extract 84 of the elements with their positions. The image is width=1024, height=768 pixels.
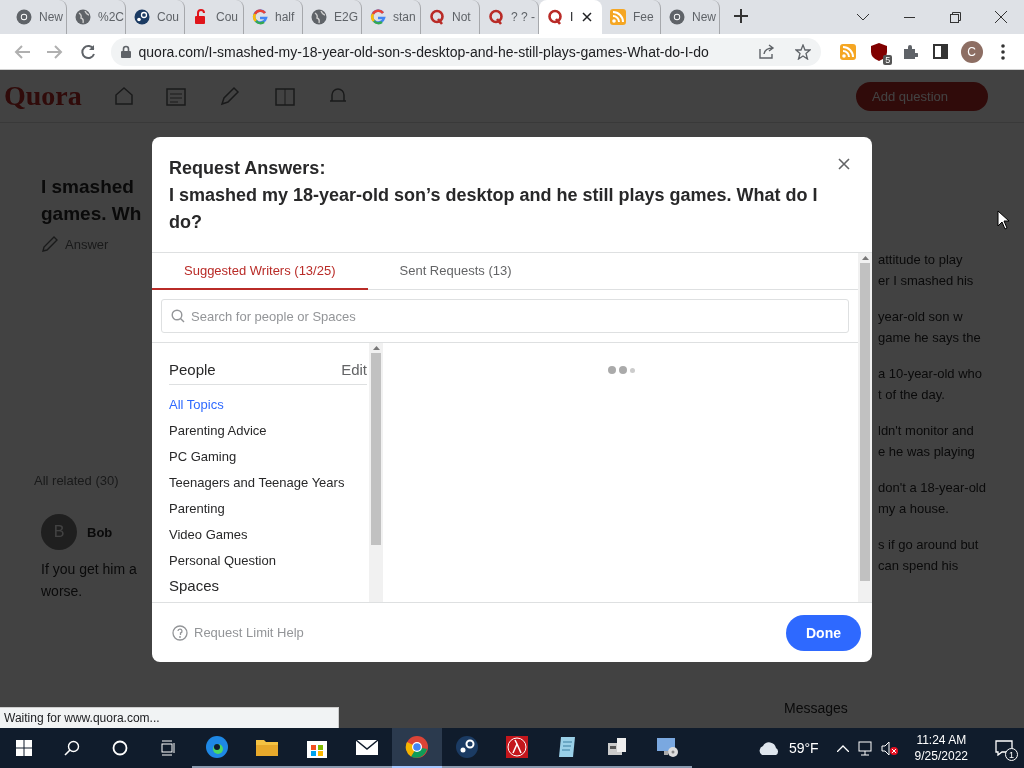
share-icon[interactable] [758, 44, 775, 59]
question-title: I smashed [41, 175, 134, 199]
lock-icon [120, 45, 131, 58]
question-text: I smashed my 18-year-old son’s desktop and he still plays games. What do I do? [169, 184, 819, 234]
extension-badge: 5 [883, 54, 893, 65]
notification-icon[interactable] [995, 740, 1013, 756]
dialog-tab[interactable]: Sent Requests (13) [367, 253, 544, 290]
scrollbar[interactable] [369, 343, 383, 602]
address-bar[interactable]: quora.com/I-smashed-my-18-year-old-son-s-desktop-and-he-still-plays-games-What-do-I-do [110, 37, 821, 66]
google-icon [252, 9, 268, 25]
answer-snippet: t of the day. [878, 386, 945, 404]
circle-icon[interactable] [112, 740, 128, 756]
rss-icon [840, 43, 856, 60]
done-button[interactable]: Done [786, 614, 861, 651]
chevron-up-icon[interactable] [836, 744, 849, 752]
plus-icon[interactable] [734, 9, 748, 23]
scroll-up-icon[interactable] [861, 256, 869, 260]
globe-icon [311, 9, 327, 25]
quora-icon [429, 9, 445, 25]
clock-date[interactable]: 9/25/2022 [914, 748, 968, 764]
topic-item[interactable]: Video Games [169, 521, 248, 547]
messages-label: Messages [784, 700, 848, 716]
search-icon [171, 309, 185, 323]
minimize-icon[interactable] [903, 16, 915, 18]
quora-icon [547, 9, 563, 25]
topic-item[interactable]: All Topics [169, 391, 224, 417]
quora-icon [488, 9, 504, 25]
task-view-icon[interactable] [160, 740, 176, 756]
topic-item[interactable]: Parenting [169, 495, 225, 521]
topic-item[interactable]: PC Gaming [169, 443, 237, 469]
answer-text: If you get him a [41, 560, 137, 579]
loading-icon [607, 365, 635, 375]
scrollbar[interactable] [858, 253, 872, 602]
answer-snippet: don't a 18-year-old [878, 479, 986, 497]
status-bar: Waiting for www.quora.com... [0, 707, 339, 728]
restore-icon[interactable] [949, 11, 961, 23]
dialog-tab[interactable]: Suggested Writers (13/25) [152, 253, 368, 290]
answer-snippet: game he says the [878, 329, 981, 347]
monitor-icon[interactable] [655, 735, 679, 759]
search-icon[interactable] [64, 740, 80, 756]
answer-snippet: my a house. [878, 500, 949, 518]
notification-count: 1 [1005, 748, 1018, 761]
sidebar-icon[interactable] [933, 44, 949, 59]
muted-speaker-icon[interactable] [880, 740, 899, 756]
chrome-icon [669, 9, 685, 25]
dialog-title: Request Answers: [169, 157, 327, 180]
answer-snippet: ldn't monitor and [878, 422, 974, 440]
topic-item[interactable]: Personal Question [169, 547, 276, 573]
profile-avatar[interactable]: C [960, 40, 983, 63]
answer-snippet: e he was playing [878, 443, 975, 461]
steam-icon[interactable] [455, 735, 479, 759]
rss-icon [610, 9, 626, 25]
network-icon[interactable] [856, 740, 873, 756]
google-icon [370, 9, 386, 25]
spaces-heading: Spaces [169, 577, 221, 594]
chevron-down-icon[interactable] [857, 13, 869, 21]
question-mark-icon [172, 624, 188, 641]
close-icon[interactable] [582, 12, 593, 22]
request-limit-help-link[interactable]: Request Limit Help [172, 624, 304, 641]
temperature-label[interactable]: 59°F [788, 740, 819, 756]
globe-icon [75, 9, 91, 25]
star-icon[interactable] [794, 43, 811, 60]
lambda-icon[interactable] [505, 735, 529, 759]
edge-icon[interactable] [205, 735, 229, 759]
question-title: games. Wh [41, 202, 142, 226]
puzzle-icon[interactable] [901, 43, 918, 60]
scroll-up-icon[interactable] [372, 346, 380, 350]
steam-icon [134, 9, 150, 25]
windows-start-icon[interactable] [16, 740, 32, 756]
answer-text: worse. [41, 582, 83, 601]
people-heading: People [169, 361, 216, 378]
edit-button[interactable]: Edit [341, 361, 367, 378]
mouse-pointer-icon [997, 210, 1011, 230]
topic-item[interactable]: Parenting Advice [169, 417, 267, 443]
menu-icon[interactable] [1000, 43, 1005, 60]
shield-icon[interactable] [870, 42, 887, 61]
topic-item[interactable]: Teenagers and Teenage Years [169, 469, 345, 495]
close-icon[interactable] [995, 11, 1007, 23]
clock-time[interactable]: 11:24 AM [916, 732, 967, 748]
chrome-icon[interactable] [405, 735, 429, 759]
reload-icon[interactable] [80, 43, 97, 60]
chrome-icon [16, 9, 32, 25]
search-field[interactable]: Search for people or Spaces [161, 299, 849, 333]
browser-tab[interactable]: I [539, 0, 602, 34]
